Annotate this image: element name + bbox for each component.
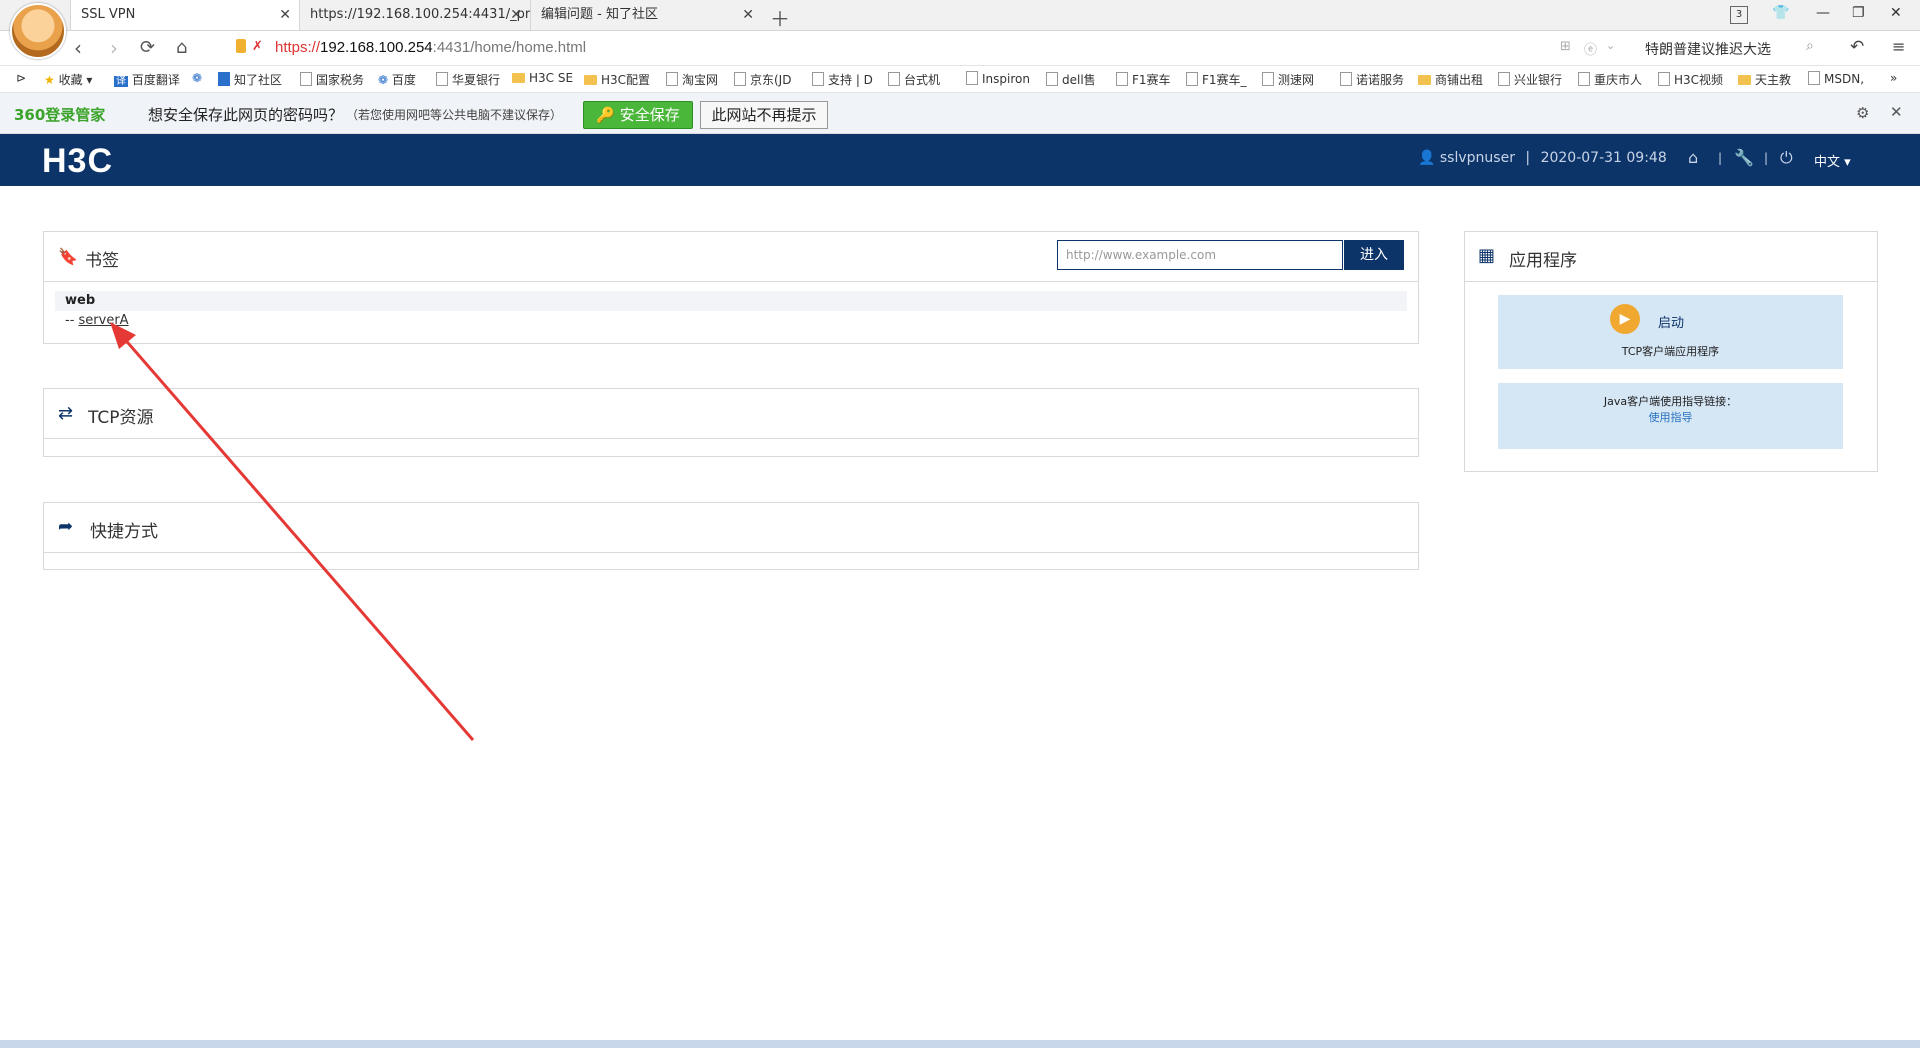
- windows-taskbar: [0, 1040, 1920, 1048]
- user-avatar[interactable]: [10, 3, 66, 59]
- arrow-shaft: [120, 335, 475, 741]
- arrow-head: [110, 322, 136, 349]
- annotation-arrow: [110, 322, 475, 741]
